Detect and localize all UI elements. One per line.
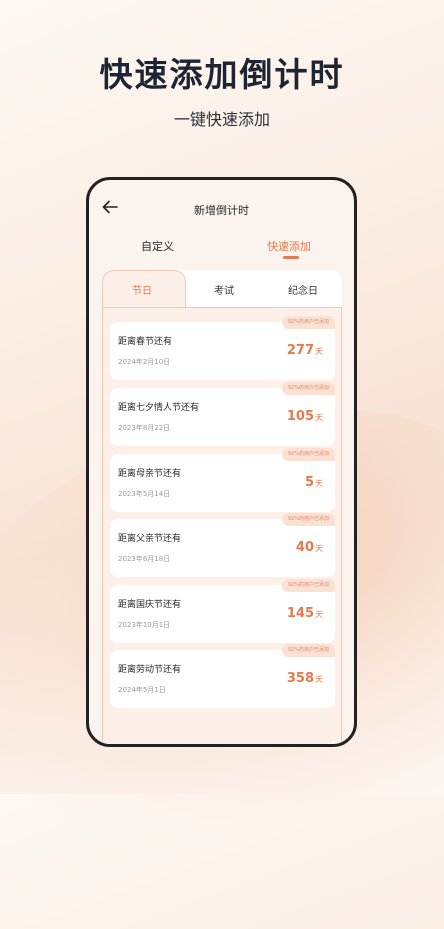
tab-exams[interactable]: 考试 — [214, 282, 234, 297]
countdown-list: 92%的用户已添加 距离春节还有 2024年2月10日 277天 92%的用户已… — [102, 307, 342, 744]
popularity-badge: 92%的用户已添加 — [281, 579, 335, 592]
days-value: 358 — [286, 671, 314, 686]
item-title: 距离春节还有 — [118, 337, 173, 347]
tab-holidays[interactable]: 节日 — [132, 282, 152, 297]
popularity-badge: 92%的用户已添加 — [281, 644, 335, 657]
popularity-badge: 92%的用户已添加 — [281, 448, 335, 461]
days-value: 277 — [286, 343, 314, 358]
list-item[interactable]: 92%的用户已添加 距离七夕情人节还有 2023年8月22日 105天 — [110, 382, 335, 446]
item-date: 2024年5月1日 — [118, 686, 166, 694]
days-value: 145 — [286, 606, 314, 621]
days-unit: 天 — [315, 544, 323, 553]
days-unit: 天 — [315, 675, 323, 684]
item-title: 距离母亲节还有 — [118, 469, 182, 479]
item-date: 2023年8月22日 — [118, 424, 171, 432]
phone-frame: 新增倒计时 自定义 快速添加 节日 考试 纪念日 92%的用户已添加 距离春节还… — [86, 177, 357, 747]
popularity-badge: 92%的用户已添加 — [281, 382, 335, 395]
item-title: 距离劳动节还有 — [118, 665, 182, 675]
active-tab-indicator — [283, 256, 299, 259]
item-date: 2023年10月1日 — [118, 621, 171, 629]
list-item[interactable]: 92%的用户已添加 距离父亲节还有 2023年6月18日 40天 — [110, 513, 335, 577]
days-remaining: 5天 — [305, 475, 323, 490]
item-title: 距离国庆节还有 — [118, 600, 182, 610]
days-unit: 天 — [315, 347, 323, 356]
headline: 快速添加倒计时 — [99, 55, 345, 94]
days-value: 5 — [304, 475, 314, 490]
category-tabs: 节日 考试 纪念日 — [102, 270, 342, 308]
days-remaining: 358天 — [287, 671, 323, 686]
popularity-badge: 92%的用户已添加 — [281, 316, 335, 329]
days-remaining: 105天 — [287, 409, 323, 424]
top-bar: 新增倒计时 — [89, 180, 354, 234]
days-remaining: 277天 — [287, 343, 323, 358]
list-item[interactable]: 92%的用户已添加 距离母亲节还有 2023年5月14日 5天 — [110, 448, 335, 512]
item-date: 2023年6月18日 — [118, 555, 171, 563]
days-value: 105 — [286, 409, 314, 424]
item-date: 2024年2月10日 — [118, 358, 171, 366]
quick-add-panel: 节日 考试 纪念日 92%的用户已添加 距离春节还有 2024年2月10日 27… — [102, 270, 342, 744]
list-item[interactable]: 92%的用户已添加 距离劳动节还有 2024年5月1日 358天 — [110, 644, 335, 708]
days-unit: 天 — [315, 413, 323, 422]
days-unit: 天 — [315, 610, 323, 619]
tab-custom[interactable]: 自定义 — [141, 238, 174, 254]
item-title: 距离父亲节还有 — [118, 534, 182, 544]
days-unit: 天 — [315, 479, 323, 488]
item-date: 2023年5月14日 — [118, 490, 171, 498]
popularity-badge: 92%的用户已添加 — [281, 513, 335, 526]
days-remaining: 40天 — [296, 540, 323, 555]
list-item[interactable]: 92%的用户已添加 距离春节还有 2024年2月10日 277天 — [110, 316, 335, 380]
tab-quick-add[interactable]: 快速添加 — [267, 238, 311, 254]
days-value: 40 — [295, 540, 314, 555]
item-title: 距离七夕情人节还有 — [118, 403, 200, 413]
subheadline: 一键快速添加 — [173, 110, 270, 129]
page-title: 新增倒计时 — [194, 204, 249, 217]
list-item[interactable]: 92%的用户已添加 距离国庆节还有 2023年10月1日 145天 — [110, 579, 335, 643]
days-remaining: 145天 — [287, 606, 323, 621]
tab-anniversaries[interactable]: 纪念日 — [288, 282, 318, 297]
